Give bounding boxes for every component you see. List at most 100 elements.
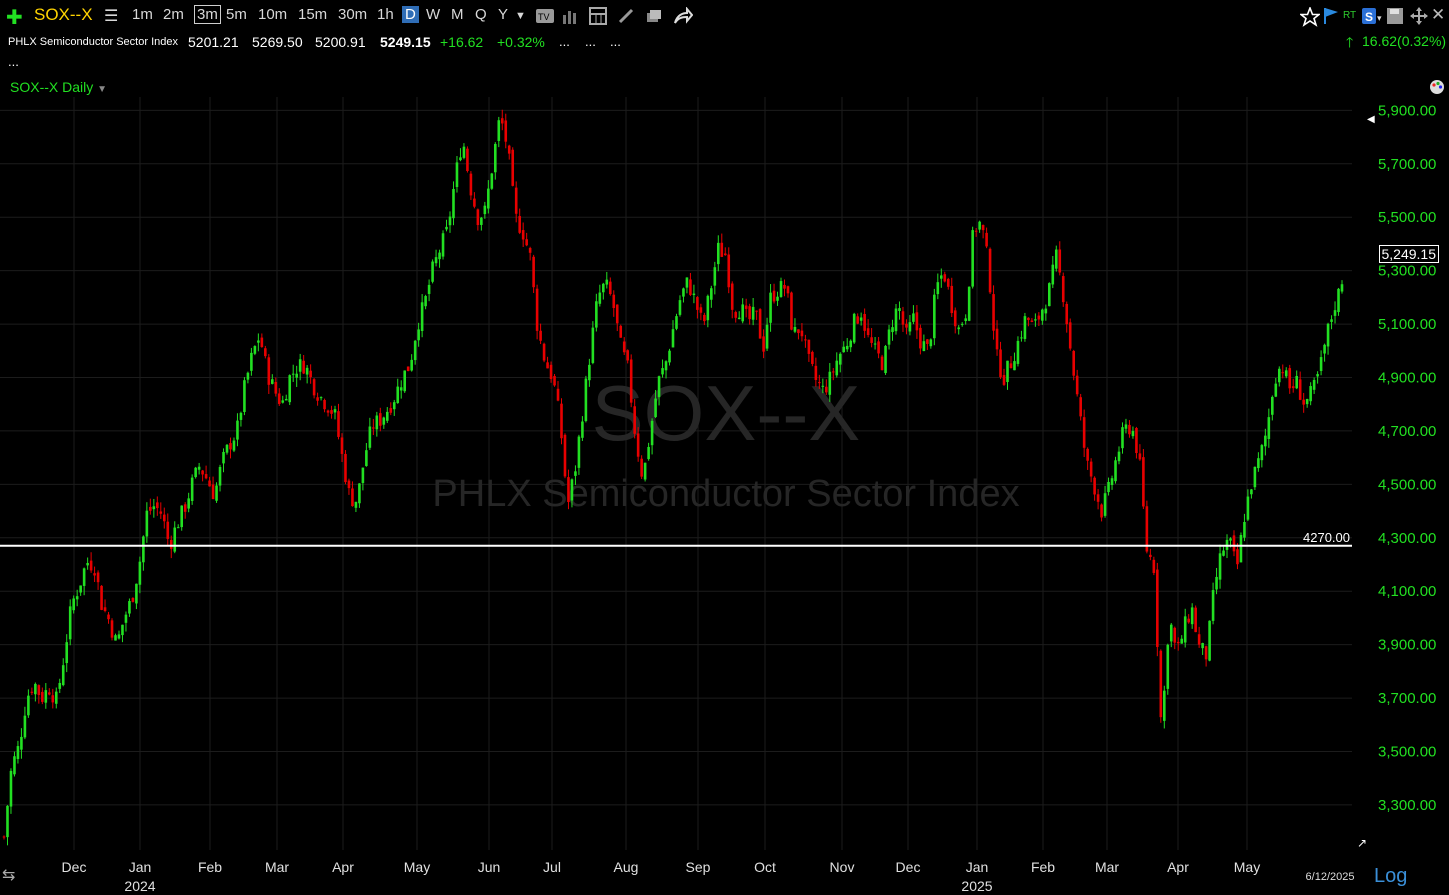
x-tick-label: Jul [543,859,561,875]
candle-body [1183,616,1187,643]
candle-body [1169,624,1173,642]
candle-body [93,573,96,576]
candle-body [880,356,884,371]
candle-body [152,506,156,510]
candle-body [703,314,706,322]
candle-body [811,351,814,364]
candle-body [1131,431,1135,437]
candle-body [943,274,947,282]
candle-body [765,324,769,349]
candle-body [222,451,225,464]
candle-body [427,284,431,294]
candle-body [1281,372,1285,374]
candle-body [34,683,37,695]
candle-body [79,585,82,593]
candle-body [612,294,616,309]
candle-body [159,511,163,514]
candle-body [1072,350,1076,376]
candle-body [149,506,152,511]
candle-body [187,498,190,509]
candle-body [267,357,271,385]
watermark-name: PHLX Semiconductor Sector Index [432,473,1019,515]
candle-body [27,695,30,716]
candle-body [574,471,577,476]
candle-body [20,736,23,750]
candle-body [1211,590,1215,621]
date-stamp: 6/12/2025 [1306,871,1355,883]
candle-body [1173,627,1177,643]
candle-body [497,120,501,141]
candle-body [337,411,340,437]
candle-body [504,120,508,142]
candle-body [605,279,609,285]
candle-body [1333,310,1337,316]
candle-body [1089,461,1093,477]
candle-body [1128,424,1131,435]
candle-body [302,360,305,374]
candle-body [417,329,420,341]
candle-body [469,173,473,196]
candle-body [459,157,462,161]
candle-body [54,691,58,704]
candle-body [891,327,894,333]
candle-body [1319,357,1323,371]
candle-body [208,480,211,487]
y-tick-label: 5,300.00 [1378,263,1436,280]
candle-body [103,607,107,611]
horizontal-line-label: 4270.00 [1303,530,1350,545]
candle-body [1208,620,1211,661]
candle-body [518,216,521,233]
candle-body [232,440,236,451]
x-tick-label: Apr [1167,859,1189,875]
x-tick-label: Jan [966,859,989,875]
candle-body [894,308,898,332]
y-tick-label: 5,500.00 [1378,209,1436,226]
candle-body [689,279,692,295]
candle-body [1166,644,1170,689]
candle-body [197,466,201,470]
candle-body [326,410,330,413]
candle-body [1316,374,1319,377]
x-tick-label: May [1234,859,1260,875]
candle-body [1291,386,1295,389]
candle-body [734,312,738,318]
candle-body [786,286,790,294]
candle-body [319,397,323,399]
candle-body [654,398,657,418]
x-tick-label: Apr [332,859,354,875]
candle-body [270,379,274,384]
candle-body [274,381,278,394]
candle-body [1114,460,1117,482]
candle-body [748,306,751,320]
candle-body [1142,457,1145,507]
candle-body [166,521,170,539]
candle-body [525,239,528,246]
candle-body [392,402,396,410]
candle-body [131,597,135,602]
x-tick-label: Feb [1031,859,1055,875]
log-scale-button[interactable]: Log [1374,865,1407,888]
candle-body [1117,451,1121,462]
candle-body [1030,320,1034,323]
price-chart[interactable]: SOX--X PHLX Semiconductor Sector Index 4… [0,0,1449,895]
candle-body [933,294,936,339]
candle-body [1288,368,1292,389]
candle-body [305,367,309,375]
candle-body [121,624,124,636]
candle-body [978,221,981,230]
y-tick-label: 5,700.00 [1378,156,1436,173]
candle-body [588,364,591,381]
candle-body [309,370,312,378]
candle-body [553,376,556,386]
candle-body [61,665,65,686]
x-tick-label: Oct [754,859,776,875]
x-tick-label: Dec [62,859,87,875]
candle-body [814,365,818,380]
candle-body [577,436,581,468]
candle-body [483,205,487,215]
candle-body [807,339,811,354]
candle-body [6,805,9,838]
candle-body [142,536,145,563]
candle-body [884,345,887,374]
candle-body [1086,448,1089,461]
